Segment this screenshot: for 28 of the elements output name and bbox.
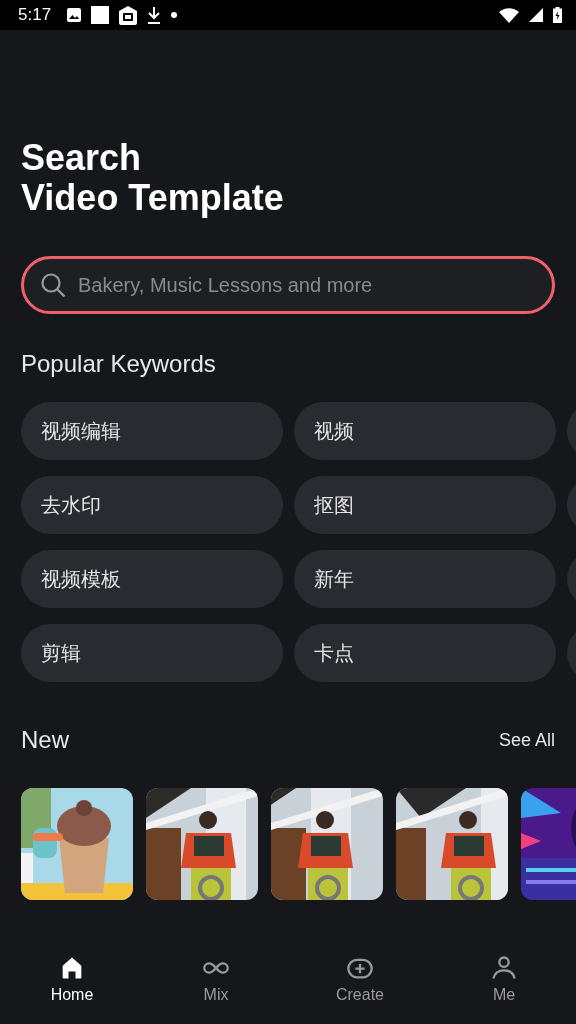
app-icon (119, 5, 138, 25)
status-time: 5:17 (18, 5, 52, 25)
keyword-chip[interactable]: 剪辑 (21, 624, 283, 682)
keyword-chip[interactable]: 视频 (294, 402, 556, 460)
dot-icon (171, 12, 178, 18)
battery-icon (553, 7, 562, 23)
wifi-icon (499, 7, 519, 23)
image-icon (67, 8, 82, 22)
signal-icon (529, 8, 543, 22)
search-field[interactable]: Bakery, Music Lessons and more (21, 256, 555, 314)
nav-tab[interactable]: Me (492, 986, 516, 1004)
nav-tab[interactable]: Home (50, 986, 94, 1004)
keyword-chip[interactable]: 视频编辑 (21, 402, 283, 460)
section-title: New (21, 726, 69, 754)
page-title: Search Video Template (21, 138, 285, 218)
see-all-link[interactable]: See All (498, 729, 555, 751)
search-icon (40, 272, 66, 298)
keyword-chip[interactable]: 抠图 (294, 476, 556, 534)
person-icon (490, 954, 518, 982)
nav-tab[interactable]: Create (336, 986, 384, 1004)
nav-tab[interactable]: Mix (203, 986, 229, 1004)
section-title: Popular Keywords (21, 350, 217, 378)
square-icon (91, 6, 110, 24)
keyword-chip[interactable]: 视频模板 (21, 550, 283, 608)
keyword-chip[interactable]: 新年 (294, 550, 556, 608)
keyword-chip[interactable]: 卡点 (294, 624, 556, 682)
keyword-chip[interactable]: 去水印 (21, 476, 283, 534)
download-icon (147, 6, 162, 24)
